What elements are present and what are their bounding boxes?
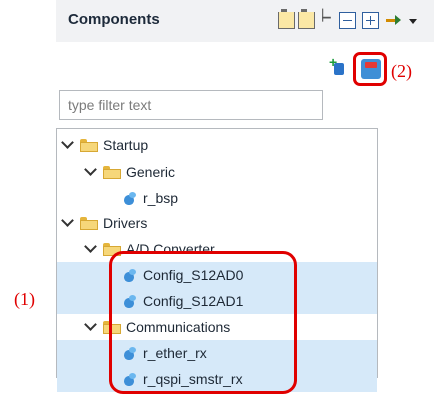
link-icon[interactable] <box>385 12 402 29</box>
tree-node-label: Startup <box>103 137 149 153</box>
sort-icon[interactable]: ▏ ▔ <box>318 11 335 30</box>
expand-all-icon[interactable] <box>362 12 379 29</box>
chevron-down-icon[interactable] <box>84 163 97 176</box>
callout-1: (1) <box>14 289 35 309</box>
folder-icon <box>80 139 98 152</box>
tree-node-startup[interactable]: Startup <box>57 132 377 158</box>
folder-up-icon[interactable] <box>278 9 295 29</box>
add-component-icon[interactable] <box>329 54 351 79</box>
folder-icon <box>103 166 121 179</box>
tree-node-label: r_bsp <box>143 190 179 206</box>
component-icon <box>122 191 137 206</box>
tree-node-generic[interactable]: Generic <box>57 159 377 185</box>
tree-node-label: Drivers <box>103 215 148 231</box>
tree-node-r-bsp[interactable]: r_bsp <box>57 185 377 211</box>
chevron-down-icon[interactable] <box>84 318 97 331</box>
chevron-down-icon[interactable] <box>61 136 74 149</box>
folder-link-icon[interactable] <box>298 9 315 29</box>
panel-title: Components <box>68 11 160 28</box>
highlight-box-remove <box>353 52 387 86</box>
view-menu-icon[interactable] <box>409 19 417 24</box>
collapse-all-icon[interactable] <box>339 12 356 29</box>
tree-node-drivers[interactable]: Drivers <box>57 210 377 236</box>
tree-node-label: Generic <box>126 164 176 180</box>
chevron-down-icon[interactable] <box>84 240 97 253</box>
chevron-down-icon[interactable] <box>61 214 74 227</box>
callout-2: (2) <box>391 61 412 81</box>
filter-input[interactable] <box>59 90 323 120</box>
folder-icon <box>80 217 98 230</box>
highlight-box-components <box>109 251 297 394</box>
